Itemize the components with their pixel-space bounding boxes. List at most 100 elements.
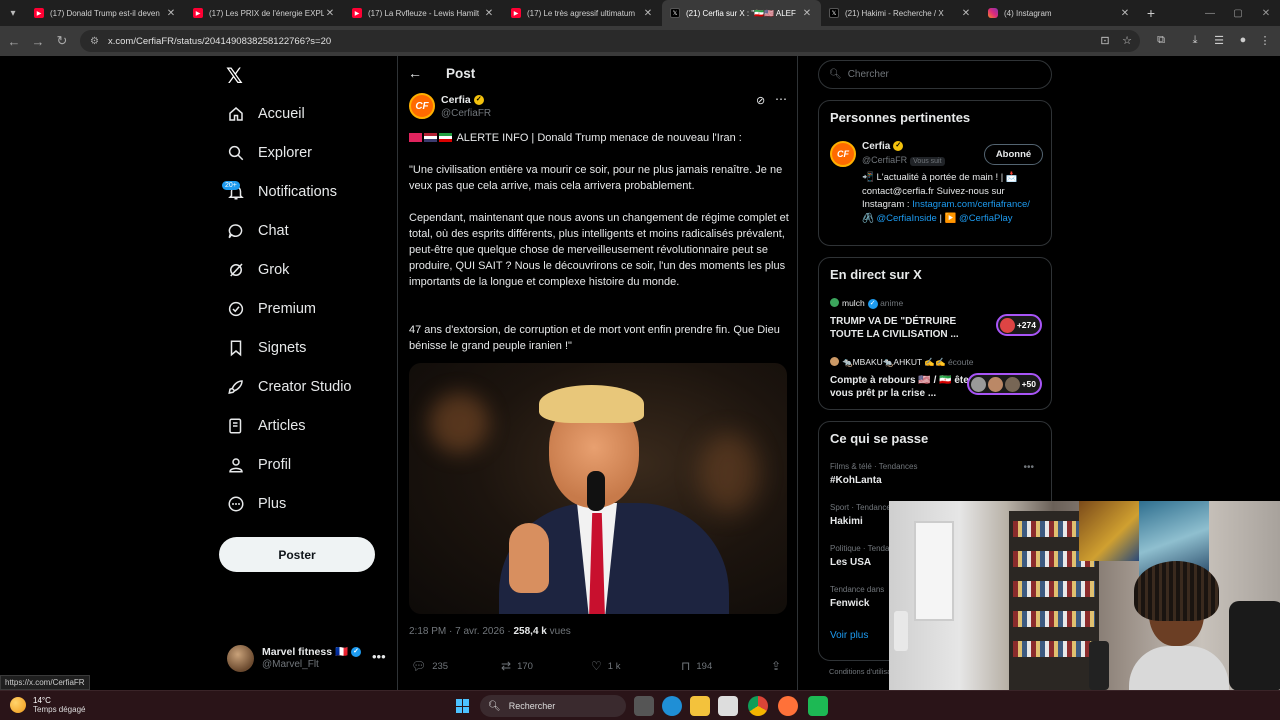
install-app-icon[interactable]: ⊡ bbox=[1096, 30, 1114, 50]
back-arrow-icon[interactable]: ← bbox=[408, 65, 422, 81]
browser-tab-active[interactable]: 𝕏 (21) Cerfia sur X : "🇮🇷🇺🇸 ALEF ✕ bbox=[662, 0, 821, 26]
search-icon: 🔍︎ bbox=[829, 69, 842, 80]
profile-avatar-icon[interactable]: ● bbox=[1234, 30, 1252, 50]
forward-icon[interactable]: → bbox=[26, 29, 50, 53]
live-on-x-card: En direct sur X mulch ✓ anime TRUMP VA DE… bbox=[818, 257, 1052, 410]
post-button[interactable]: Poster bbox=[219, 537, 375, 572]
more-icon[interactable]: ••• bbox=[372, 649, 386, 664]
nav-item-creator-studio[interactable]: Creator Studio bbox=[226, 371, 352, 403]
account-name: Marvel fitness 🇫🇷 ✓ bbox=[262, 645, 362, 658]
browser-tab[interactable]: (4) Instagram ✕ bbox=[980, 0, 1139, 26]
url-field[interactable]: ⚙ x.com/CerfiaFR/status/20414908382581227… bbox=[80, 30, 1140, 52]
browser-tab[interactable]: 𝕏 (21) Hakimi - Recherche / X ✕ bbox=[821, 0, 980, 26]
extensions-icon[interactable]: ⧉ bbox=[1152, 30, 1170, 50]
grok-explain-icon[interactable]: ⊘ bbox=[756, 94, 765, 107]
maximize-icon[interactable]: ▢ bbox=[1224, 0, 1252, 26]
home-icon bbox=[226, 104, 246, 124]
nav-item-notifications[interactable]: Notifications bbox=[226, 176, 337, 208]
share-button[interactable]: ⇪ bbox=[771, 659, 787, 673]
post-timestamp: 2:18 PM · 7 avr. 2026 · 258,4 k vues bbox=[409, 626, 571, 637]
reload-icon[interactable]: ↻ bbox=[50, 29, 74, 53]
account-switcher[interactable]: Marvel fitness 🇫🇷 ✓ @Marvel_Flt ••• bbox=[227, 643, 387, 673]
nav-item-explore[interactable]: Explorer bbox=[226, 137, 312, 169]
search-input[interactable]: 🔍︎ Chercher bbox=[818, 60, 1052, 89]
listeners-count: +50 bbox=[966, 373, 1042, 395]
task-view-icon[interactable] bbox=[634, 696, 654, 716]
close-tab-icon[interactable]: ✕ bbox=[324, 8, 336, 19]
close-tab-icon[interactable]: ✕ bbox=[801, 8, 813, 19]
user-name[interactable]: Cerfia ✓ bbox=[862, 141, 904, 152]
sliders-icon[interactable]: ☰ bbox=[1210, 30, 1228, 50]
weather-icon bbox=[10, 697, 26, 713]
articles-icon bbox=[226, 416, 246, 436]
close-tab-icon[interactable]: ✕ bbox=[165, 8, 177, 19]
youtube-icon: ▶ bbox=[511, 8, 521, 18]
avatar[interactable]: CF bbox=[830, 141, 856, 167]
nav-item-chat[interactable]: Chat bbox=[226, 215, 289, 247]
flag-icon bbox=[409, 133, 422, 142]
post-photo[interactable] bbox=[409, 363, 787, 614]
youtube-icon: ▶ bbox=[352, 8, 362, 18]
close-tab-icon[interactable]: ✕ bbox=[483, 8, 495, 19]
file-explorer-icon[interactable] bbox=[690, 696, 710, 716]
menu-icon[interactable]: ⋮ bbox=[1256, 30, 1274, 50]
browser-tab[interactable]: ▶ (17) La Rvfleuze - Lewis Hamilt ✕ bbox=[344, 0, 503, 26]
close-tab-icon[interactable]: ✕ bbox=[642, 8, 654, 19]
post-paragraph: "Une civilisation entière va mourir ce s… bbox=[409, 164, 783, 192]
live-space-item[interactable]: 🐀MBAKU🐀AHKUT ✍️✍️ écoute Compte à rebour… bbox=[830, 357, 1042, 400]
verified-badge-icon: ✓ bbox=[893, 141, 904, 152]
post-author-avatar[interactable]: CF bbox=[409, 93, 435, 119]
like-button[interactable]: ♡ 1 k bbox=[591, 659, 620, 673]
close-tab-icon[interactable]: ✕ bbox=[960, 8, 972, 19]
download-icon[interactable]: ⤓ bbox=[1186, 30, 1204, 50]
live-space-item[interactable]: mulch ✓ anime TRUMP VA DE "DÉTRUIRE TOUTE… bbox=[830, 298, 1042, 341]
bookmark-star-icon[interactable]: ☆ bbox=[1118, 30, 1136, 50]
bio-link[interactable]: @CerfiaPlay bbox=[959, 213, 1012, 224]
nav-item-grok[interactable]: Grok bbox=[226, 254, 289, 286]
nav-item-home[interactable]: Accueil bbox=[226, 98, 305, 130]
close-tab-icon[interactable]: ✕ bbox=[1119, 8, 1131, 19]
browser-tab[interactable]: ▶ (17) Les PRIX de l'énergie EXPL ✕ bbox=[185, 0, 344, 26]
address-bar: ← → ↻ ⚙ x.com/CerfiaFR/status/20414908382… bbox=[0, 26, 1280, 56]
card-title: Ce qui se passe bbox=[830, 431, 929, 446]
bookmark-button[interactable]: ⊓ 194 bbox=[681, 659, 712, 673]
store-icon[interactable] bbox=[718, 696, 738, 716]
browser-tab[interactable]: ▶ (17) Donald Trump est-il deven ✕ bbox=[26, 0, 185, 26]
post-author-handle[interactable]: @CerfiaFR bbox=[441, 108, 491, 119]
app-icon[interactable] bbox=[808, 696, 828, 716]
reply-button[interactable]: 💬︎ 235 bbox=[411, 659, 448, 673]
nav-item-profile[interactable]: Profil bbox=[226, 449, 291, 481]
post-author-name[interactable]: Cerfia ✓ bbox=[441, 94, 484, 106]
weather-widget[interactable]: 14°C Temps dégagé bbox=[10, 696, 85, 714]
new-tab-icon[interactable]: + bbox=[1139, 5, 1163, 21]
youtube-icon: ▶ bbox=[34, 8, 44, 18]
bio-link[interactable]: Instagram.com/cerfiafrance/ bbox=[912, 199, 1030, 210]
following-button[interactable]: Abonné bbox=[984, 144, 1043, 165]
taskbar-search[interactable]: 🔍︎ Rechercher bbox=[480, 695, 626, 717]
browser-tab[interactable]: ▶ (17) Le très agressif ultimatum ✕ bbox=[503, 0, 662, 26]
more-icon[interactable]: ⋯ bbox=[775, 92, 787, 106]
tab-list-chevron-icon[interactable]: ▾ bbox=[0, 0, 26, 26]
bio-link[interactable]: @CerfiaInside bbox=[876, 213, 936, 224]
chrome-icon[interactable] bbox=[748, 696, 768, 716]
close-window-icon[interactable]: ✕ bbox=[1252, 0, 1280, 26]
x-logo-icon[interactable]: 𝕏 bbox=[226, 64, 243, 88]
site-info-icon[interactable]: ⚙ bbox=[90, 36, 102, 47]
search-icon: 🔍︎ bbox=[488, 700, 501, 712]
minimize-icon[interactable]: — bbox=[1196, 0, 1224, 26]
nav-item-articles[interactable]: Articles bbox=[226, 410, 306, 442]
firefox-icon[interactable] bbox=[778, 696, 798, 716]
trend-item[interactable]: Films & télé · Tendances #KohLanta ••• bbox=[830, 462, 1042, 486]
column-divider bbox=[397, 56, 398, 690]
card-title: En direct sur X bbox=[830, 267, 922, 282]
windows-start-icon[interactable] bbox=[456, 699, 470, 713]
nav-item-more[interactable]: Plus bbox=[226, 488, 286, 520]
more-icon[interactable]: ••• bbox=[1023, 462, 1034, 473]
nav-item-premium[interactable]: Premium bbox=[226, 293, 316, 325]
back-icon[interactable]: ← bbox=[2, 29, 26, 53]
nav-item-bookmarks[interactable]: Signets bbox=[226, 332, 306, 364]
repost-button[interactable]: ⇄ 170 bbox=[501, 659, 533, 673]
grok-icon bbox=[226, 260, 246, 280]
see-more-link[interactable]: Voir plus bbox=[830, 630, 868, 641]
edge-icon[interactable] bbox=[662, 696, 682, 716]
